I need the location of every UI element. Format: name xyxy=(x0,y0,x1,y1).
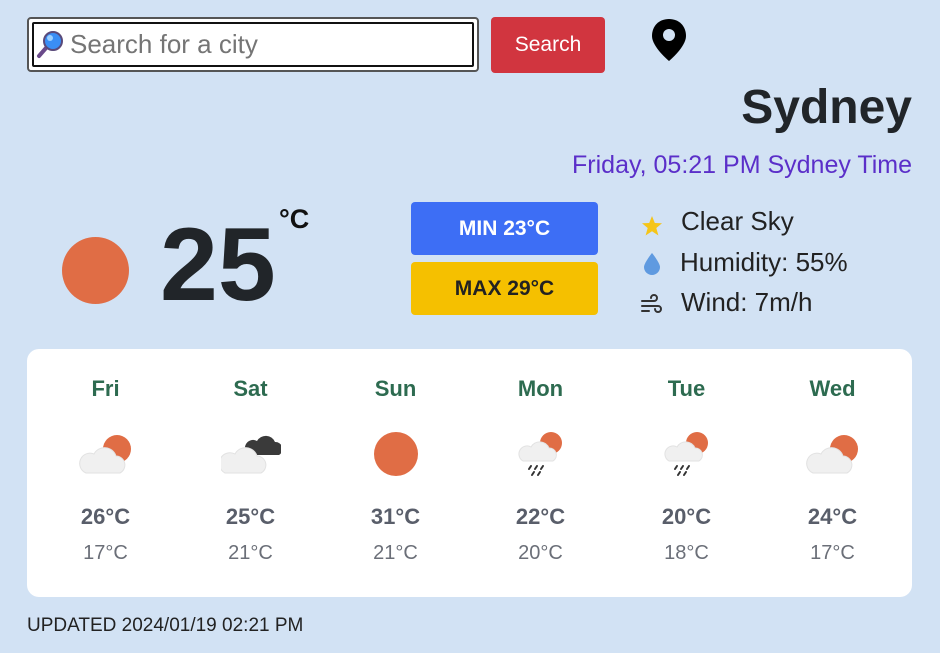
last-updated: UPDATED 2024/01/19 02:21 PM xyxy=(27,615,304,636)
forecast-high: 24°C xyxy=(807,504,858,529)
min-temp-badge: MIN 23°C xyxy=(411,202,598,255)
city-name: Sydney xyxy=(741,81,912,134)
forecast-high: 20°C xyxy=(661,504,712,529)
forecast-day-name: Sun xyxy=(374,376,417,401)
wind-icon xyxy=(641,294,662,313)
star-icon xyxy=(642,216,662,236)
forecast-day-name: Wed xyxy=(809,376,856,401)
rain-icon xyxy=(518,432,562,476)
search-input[interactable] xyxy=(70,27,465,61)
forecast-low: 17°C xyxy=(810,542,855,564)
location-pin-icon[interactable] xyxy=(650,17,688,63)
search-button[interactable]: Search xyxy=(491,17,605,73)
forecast-day-name: Mon xyxy=(517,376,564,401)
max-temp-badge: MAX 29°C xyxy=(411,262,598,315)
search-bar: Search xyxy=(27,17,727,73)
forecast-low: 21°C xyxy=(228,542,273,564)
forecast-high: 31°C xyxy=(370,504,421,529)
forecast-panel: Fri 26°C 17°C Sat 25°C 21°C Sun 31°C 21°… xyxy=(27,349,912,597)
rain-icon xyxy=(664,432,708,476)
forecast-low: 20°C xyxy=(518,542,563,564)
cloudy-icon xyxy=(221,435,281,474)
forecast-high: 25°C xyxy=(225,504,276,529)
partly-cloudy-icon xyxy=(806,435,858,474)
forecast-day-name: Tue xyxy=(667,376,706,401)
humidity-text: Humidity: 55% xyxy=(680,247,848,277)
condition-text: Clear Sky xyxy=(681,206,794,236)
sun-icon xyxy=(374,432,418,476)
forecast-day-name: Sat xyxy=(233,376,268,401)
sun-icon xyxy=(62,237,129,304)
forecast-high: 26°C xyxy=(80,504,131,529)
forecast-high: 22°C xyxy=(515,504,566,529)
partly-cloudy-icon xyxy=(79,435,131,474)
search-field[interactable] xyxy=(27,17,479,72)
forecast-low: 21°C xyxy=(373,542,418,564)
forecast-low: 18°C xyxy=(664,542,709,564)
wind-text: Wind: 7m/h xyxy=(681,287,813,317)
temperature-unit: °C xyxy=(279,204,310,234)
current-temperature: 25 xyxy=(160,207,276,323)
forecast-low: 17°C xyxy=(83,542,128,564)
forecast-day-name: Fri xyxy=(91,376,120,401)
magnifier-icon xyxy=(37,31,63,58)
droplet-icon xyxy=(644,253,660,275)
local-datetime: Friday, 05:21 PM Sydney Time xyxy=(572,151,912,179)
